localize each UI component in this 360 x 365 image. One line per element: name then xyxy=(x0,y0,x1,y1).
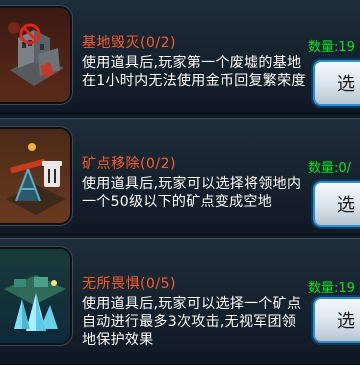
item-description: 使用道具后,玩家可以选择一个矿点自动进行最多3次攻击,无视军团领地保护效果 xyxy=(82,296,302,348)
crystal-mine-icon xyxy=(0,249,70,343)
destroyed-building-icon xyxy=(0,8,70,102)
item-name: 矿点移除 xyxy=(82,156,140,172)
item-quantity: 数量:19 xyxy=(308,281,355,296)
item-usage-count: (0/2) xyxy=(140,35,176,51)
mine-removal-icon xyxy=(0,129,70,223)
item-quantity: 数量:0/ xyxy=(308,161,352,176)
item-description: 使用道具后,玩家第一个废墟的基地在1小时内无法使用金币回复繁荣度 xyxy=(82,55,306,89)
list-item: 基地毁灭(0/2) 使用道具后,玩家第一个废墟的基地在1小时内无法使用金币回复繁… xyxy=(0,0,360,114)
item-usage-count: (0/5) xyxy=(140,276,176,292)
list-item: 矿点移除(0/2) 使用道具后,玩家可以选择将领地内一个50级以下的矿点变成空地… xyxy=(0,118,360,235)
item-title: 矿点移除(0/2) xyxy=(82,153,176,173)
item-name: 基地毁灭 xyxy=(82,35,140,51)
select-button[interactable]: 选 xyxy=(313,297,360,343)
item-title: 无所畏惧(0/5) xyxy=(82,273,176,293)
list-item: 无所畏惧(0/5) 使用道具后,玩家可以选择一个矿点自动进行最多3次攻击,无视军… xyxy=(0,238,360,365)
item-title: 基地毁灭(0/2) xyxy=(82,32,176,52)
item-list: 基地毁灭(0/2) 使用道具后,玩家第一个废墟的基地在1小时内无法使用金币回复繁… xyxy=(0,0,360,365)
item-description: 使用道具后,玩家可以选择将领地内一个50级以下的矿点变成空地 xyxy=(82,176,302,210)
select-button[interactable]: 选 xyxy=(313,60,360,106)
item-usage-count: (0/2) xyxy=(140,156,176,172)
item-name: 无所畏惧 xyxy=(82,276,140,292)
select-button[interactable]: 选 xyxy=(313,181,360,227)
item-quantity: 数量:19 xyxy=(308,40,355,55)
